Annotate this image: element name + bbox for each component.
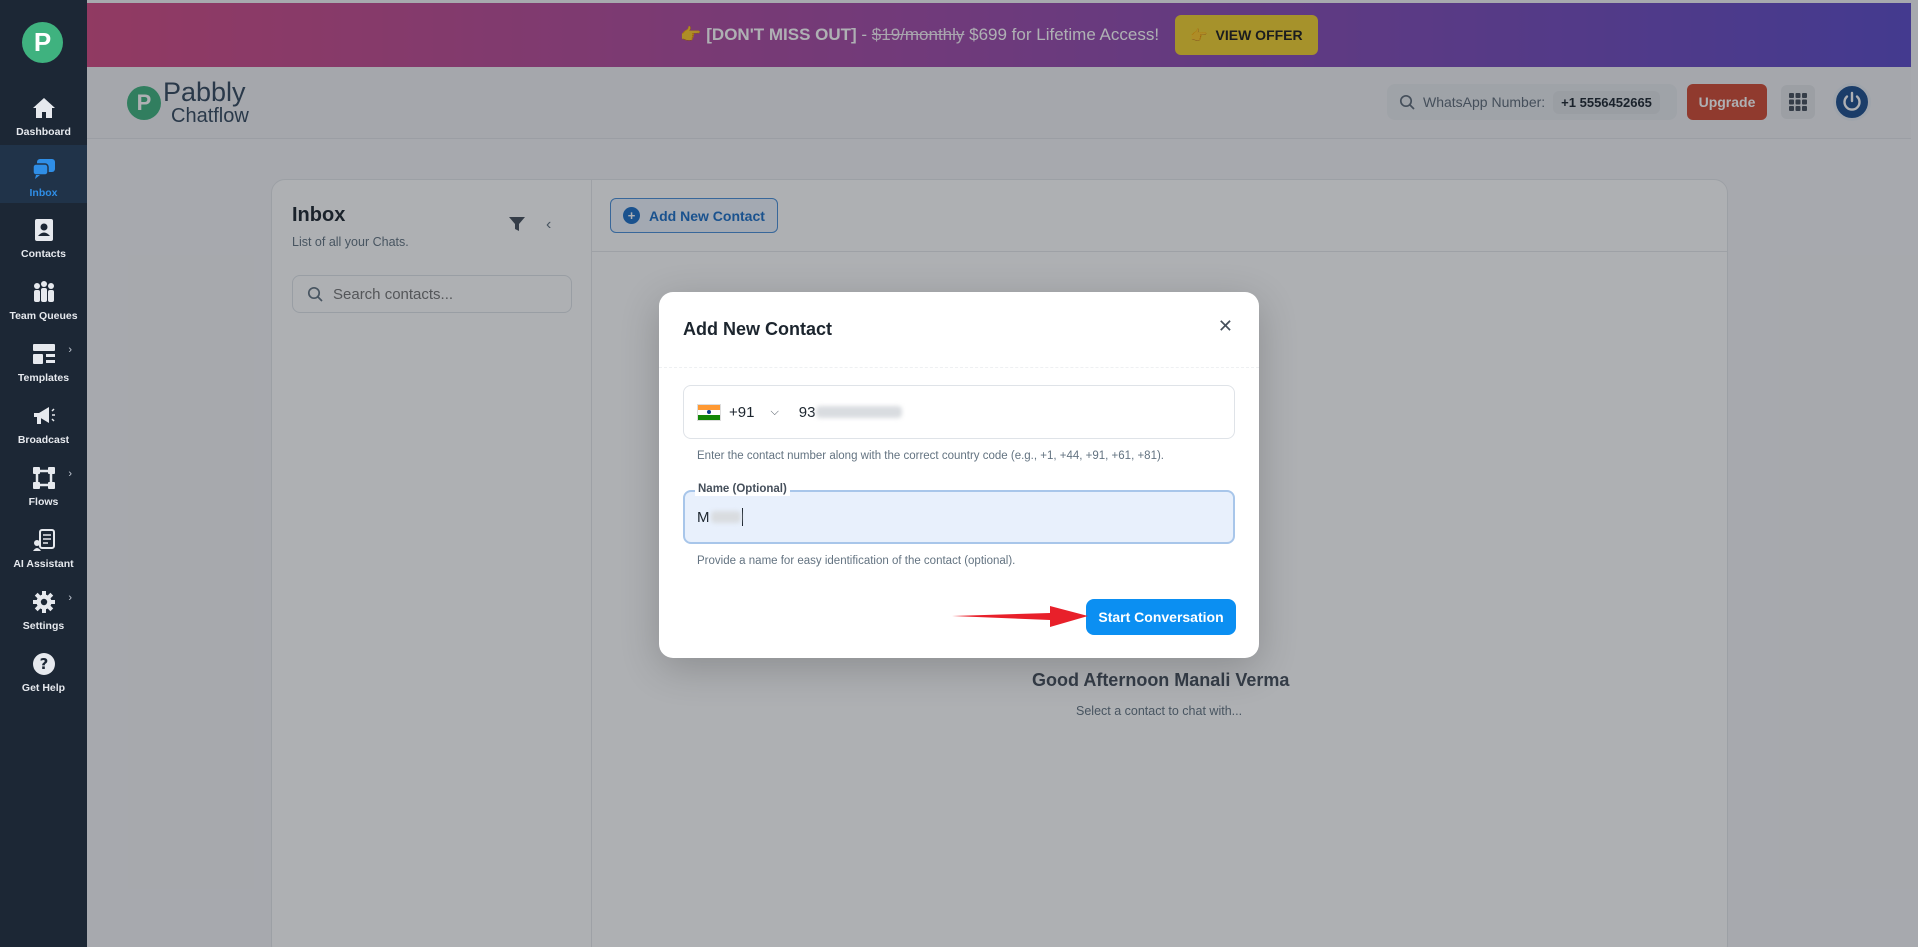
- sidebar-item-label: Settings: [22, 620, 65, 632]
- sidebar-item-settings[interactable]: › Settings: [0, 578, 87, 636]
- sidebar-item-get-help[interactable]: ? Get Help: [0, 640, 87, 698]
- home-icon: [31, 95, 57, 121]
- phone-helper-text: Enter the contact number along with the …: [697, 450, 1164, 462]
- sidebar-item-team-queues[interactable]: Team Queues: [0, 268, 87, 326]
- team-icon: [31, 279, 57, 305]
- chevron-right-icon: ›: [68, 344, 72, 356]
- india-flag-icon: [697, 403, 721, 421]
- country-code[interactable]: +91: [729, 404, 754, 421]
- sidebar-item-ai-assistant[interactable]: AI Assistant: [0, 516, 87, 574]
- name-field[interactable]: M: [683, 490, 1235, 544]
- redacted-phone-digits: [816, 406, 903, 418]
- chevron-right-icon: ›: [68, 468, 72, 480]
- annotation-arrow-icon: [952, 606, 1088, 627]
- name-value: M: [697, 508, 710, 526]
- sidebar-item-dashboard[interactable]: Dashboard: [0, 84, 87, 142]
- svg-text:?: ?: [39, 655, 48, 673]
- app-logo[interactable]: P: [22, 22, 63, 63]
- phone-number-input[interactable]: 93: [799, 404, 903, 421]
- megaphone-icon: [31, 403, 57, 429]
- chevron-down-icon[interactable]: ⌵: [770, 406, 778, 419]
- dialog-divider: [659, 367, 1259, 368]
- close-icon[interactable]: ✕: [1218, 316, 1233, 337]
- ai-assistant-icon: [31, 527, 57, 553]
- sidebar-item-label: Contacts: [21, 248, 66, 260]
- name-input[interactable]: M: [697, 508, 743, 526]
- templates-icon: [31, 341, 57, 367]
- sidebar-item-label: Broadcast: [17, 434, 70, 446]
- sidebar-item-inbox[interactable]: Inbox: [0, 145, 87, 203]
- sidebar-item-label: Inbox: [29, 187, 58, 199]
- chat-icon: [31, 156, 57, 182]
- gear-icon: [31, 589, 57, 615]
- name-field-label: Name (Optional): [695, 482, 790, 496]
- sidebar-item-label: Team Queues: [9, 310, 78, 322]
- sidebar-item-broadcast[interactable]: Broadcast: [0, 392, 87, 450]
- sidebar-item-label: Get Help: [21, 682, 66, 694]
- help-icon: ?: [31, 651, 57, 677]
- contact-book-icon: [31, 217, 57, 243]
- sidebar: P Dashboard Inbox Contacts Team Queues ›…: [0, 0, 87, 947]
- sidebar-item-label: Flows: [28, 496, 59, 508]
- sidebar-item-flows[interactable]: › Flows: [0, 454, 87, 512]
- sidebar-item-templates[interactable]: › Templates: [0, 330, 87, 388]
- dialog-title: Add New Contact: [683, 319, 833, 339]
- sidebar-item-label: AI Assistant: [13, 558, 74, 570]
- sidebar-item-contacts[interactable]: Contacts: [0, 206, 87, 264]
- sidebar-item-label: Templates: [17, 372, 70, 384]
- start-conversation-button[interactable]: Start Conversation: [1086, 599, 1236, 635]
- chevron-right-icon: ›: [68, 592, 72, 604]
- phone-number-field[interactable]: +91 ⌵ 93: [683, 385, 1235, 439]
- sidebar-item-label: Dashboard: [16, 126, 71, 138]
- name-helper-text: Provide a name for easy identification o…: [697, 555, 1016, 567]
- text-cursor: [741, 508, 743, 526]
- flows-icon: [31, 465, 57, 491]
- phone-number-value: 93: [798, 403, 816, 421]
- redacted-name: [710, 511, 741, 523]
